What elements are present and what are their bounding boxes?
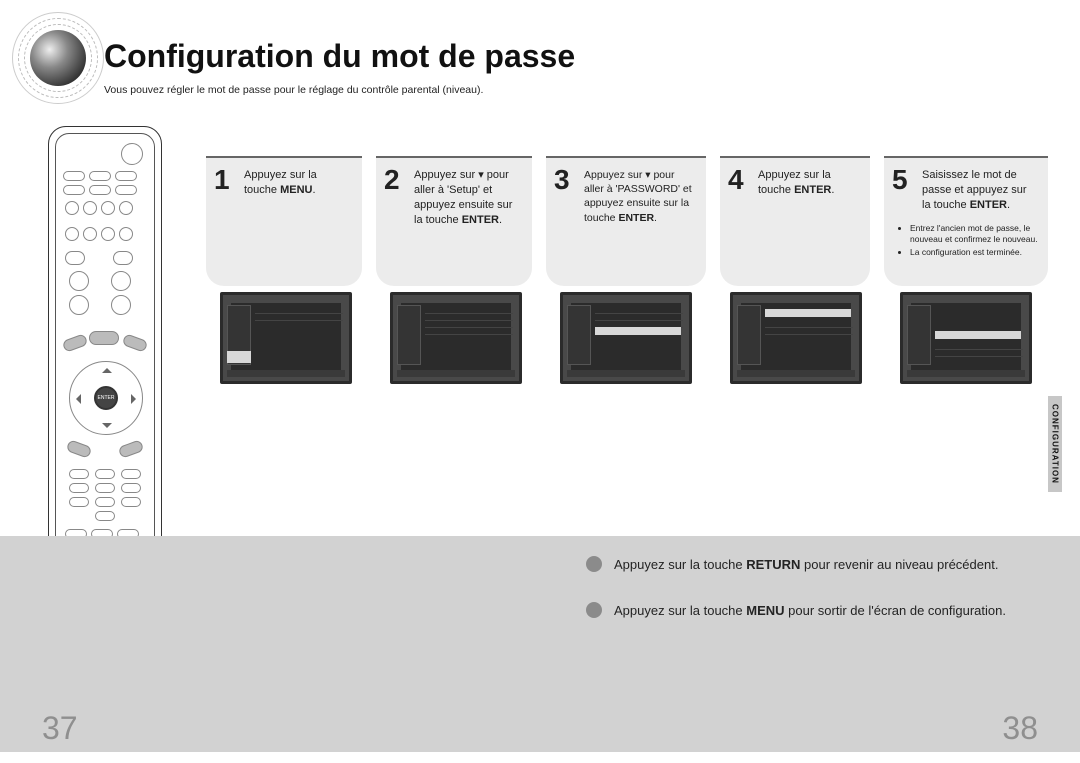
note-return: Appuyez sur la touche RETURN pour reveni… — [586, 556, 998, 572]
section-tab-configuration: CONFIGURATION — [1048, 396, 1062, 492]
page-number-left: 37 — [42, 710, 78, 747]
speaker-decoration — [12, 12, 104, 104]
step-number: 5 — [892, 164, 908, 196]
step-number: 2 — [384, 164, 400, 196]
step-text: Appuyez sur ▾ pour aller à 'Setup' et ap… — [414, 168, 522, 227]
page-title: Configuration du mot de passe — [104, 38, 575, 75]
bullet-icon — [586, 556, 602, 572]
step-text: Saisissez le mot de passe et appuyez sur… — [922, 168, 1038, 213]
step-text: Appuyez sur ▾ pour aller à 'PASSWORD' et… — [584, 168, 696, 225]
bullet-icon — [586, 602, 602, 618]
tv-screenshot-3 — [560, 292, 692, 384]
page-subtitle: Vous pouvez régler le mot de passe pour … — [104, 84, 483, 96]
bullet-item: Entrez l'ancien mot de passe, le nouveau… — [910, 223, 1038, 246]
note-text: Appuyez sur la touche RETURN pour reveni… — [614, 557, 998, 572]
step-bullets: Entrez l'ancien mot de passe, le nouveau… — [900, 223, 1038, 259]
step-text: Appuyez sur la touche ENTER. — [758, 168, 860, 198]
bullet-item: La configuration est terminée. — [910, 247, 1038, 258]
step-number: 1 — [214, 164, 230, 196]
step-4-card: 4 Appuyez sur la touche ENTER. — [720, 156, 870, 286]
step-number: 4 — [728, 164, 744, 196]
remote-enter-button: ENTER — [94, 386, 118, 410]
note-text: Appuyez sur la touche MENU pour sortir d… — [614, 603, 1006, 618]
step-text: Appuyez sur la touche MENU. — [244, 168, 352, 198]
tv-screenshot-4 — [730, 292, 862, 384]
remote-control-illustration: ENTER — [48, 126, 162, 598]
step-1-card: 1 Appuyez sur la touche MENU. — [206, 156, 362, 286]
steps-row: 1 Appuyez sur la touche MENU. 2 Appuyez … — [206, 156, 1048, 286]
step-3-card: 3 Appuyez sur ▾ pour aller à 'PASSWORD' … — [546, 156, 706, 286]
tv-screenshot-1 — [220, 292, 352, 384]
step-2-card: 2 Appuyez sur ▾ pour aller à 'Setup' et … — [376, 156, 532, 286]
screens-row — [220, 292, 1032, 384]
tv-screenshot-5 — [900, 292, 1032, 384]
step-number: 3 — [554, 164, 570, 196]
page-number-right: 38 — [1002, 710, 1038, 747]
tv-screenshot-2 — [390, 292, 522, 384]
note-menu: Appuyez sur la touche MENU pour sortir d… — [586, 602, 1006, 618]
section-tab-label: CONFIGURATION — [1051, 404, 1060, 484]
step-5-card: 5 Saisissez le mot de passe et appuyez s… — [884, 156, 1048, 286]
